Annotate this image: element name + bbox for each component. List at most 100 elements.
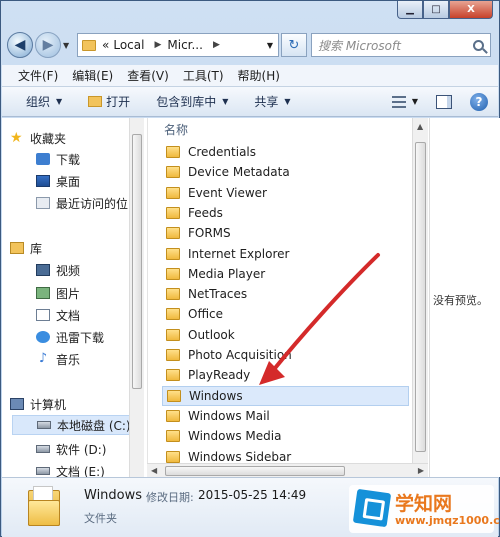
nav-docs-e[interactable]: 文档 (E:) bbox=[36, 461, 105, 477]
menu-help[interactable]: 帮助(H) bbox=[238, 67, 280, 84]
file-name: Windows Mail bbox=[188, 408, 270, 423]
file-row[interactable]: Windows Media bbox=[162, 426, 409, 446]
video-icon bbox=[36, 264, 50, 276]
chevron-down-icon: ▼ bbox=[284, 97, 291, 106]
preview-pane-icon[interactable] bbox=[436, 94, 452, 109]
back-button[interactable]: ◀ bbox=[7, 32, 33, 58]
include-library-label: 包含到库中 bbox=[156, 95, 217, 109]
logo-url: www.jmqz1000.com bbox=[395, 514, 500, 527]
file-row[interactable]: Credentials bbox=[162, 142, 409, 162]
computer-icon bbox=[10, 398, 24, 410]
file-row[interactable]: NetTraces bbox=[162, 284, 409, 304]
file-row[interactable]: Photo Acquisition bbox=[162, 345, 409, 365]
nav-favorites[interactable]: ★ 收藏夹 bbox=[10, 128, 66, 148]
menu-tools[interactable]: 工具(T) bbox=[183, 67, 224, 84]
hscroll-thumb[interactable] bbox=[165, 466, 345, 476]
organize-label: 组织 bbox=[26, 95, 51, 109]
scroll-left-icon[interactable]: ◀ bbox=[151, 466, 157, 475]
navigation-pane: ★ 收藏夹 下载 桌面 最近访问的位 库 视频 图片 文档 迅雷下载 ♪ 音乐 … bbox=[2, 118, 129, 477]
nav-documents[interactable]: 文档 bbox=[36, 305, 80, 325]
file-row[interactable]: Feeds bbox=[162, 203, 409, 223]
menu-view[interactable]: 查看(V) bbox=[127, 67, 169, 84]
desktop-icon bbox=[36, 175, 50, 187]
nav-local-disk-c[interactable]: 本地磁盘 (C:) bbox=[12, 415, 129, 435]
nav-label: 收藏夹 bbox=[30, 131, 67, 146]
file-row[interactable]: Event Viewer bbox=[162, 183, 409, 203]
scroll-right-icon[interactable]: ▶ bbox=[418, 466, 424, 475]
file-scroll-thumb[interactable] bbox=[415, 142, 426, 452]
folder-icon bbox=[166, 247, 180, 260]
file-row[interactable]: Office bbox=[162, 304, 409, 324]
open-label: 打开 bbox=[106, 95, 131, 109]
file-list: 名称 Credentials Device Metadata Event Viewe… bbox=[147, 118, 412, 477]
folder-icon bbox=[166, 450, 180, 463]
help-icon[interactable]: ? bbox=[470, 92, 488, 111]
open-button[interactable]: 打开 bbox=[88, 93, 130, 110]
file-row[interactable]: PlayReady bbox=[162, 365, 409, 385]
search-input[interactable]: 搜索 Microsoft bbox=[311, 33, 491, 57]
search-icon[interactable] bbox=[473, 39, 484, 51]
details-date-label: 修改日期: bbox=[146, 491, 194, 504]
file-row[interactable]: Outlook bbox=[162, 325, 409, 345]
nav-scrollbar[interactable] bbox=[129, 118, 144, 477]
column-header-name[interactable]: 名称 bbox=[148, 118, 410, 140]
nav-computer[interactable]: 计算机 bbox=[10, 394, 66, 414]
nav-downloads[interactable]: 下载 bbox=[36, 149, 80, 169]
open-folder-icon bbox=[88, 96, 103, 107]
nav-label: 文档 (E:) bbox=[56, 464, 105, 478]
menu-edit[interactable]: 编辑(E) bbox=[72, 67, 113, 84]
file-row[interactable]: FORMS bbox=[162, 223, 409, 243]
maximize-button[interactable]: □ bbox=[423, 1, 449, 19]
nav-label: 本地磁盘 (C:) bbox=[57, 418, 129, 433]
toolbar-right: ▼ ? bbox=[391, 92, 498, 111]
nav-music[interactable]: ♪ 音乐 bbox=[36, 349, 80, 369]
file-row[interactable]: Windows Mail bbox=[162, 406, 409, 426]
nav-software-d[interactable]: 软件 (D:) bbox=[36, 439, 106, 459]
breadcrumb-separator-icon[interactable]: ▶ bbox=[213, 40, 220, 50]
change-view-icon[interactable] bbox=[391, 95, 406, 108]
nav-label: 音乐 bbox=[56, 352, 81, 367]
nav-videos[interactable]: 视频 bbox=[36, 260, 80, 280]
file-row[interactable]: Media Player bbox=[162, 264, 409, 284]
nav-recent[interactable]: 最近访问的位 bbox=[36, 193, 128, 213]
nav-desktop[interactable]: 桌面 bbox=[36, 171, 80, 191]
folder-icon bbox=[166, 206, 180, 219]
search-placeholder: 搜索 Microsoft bbox=[318, 38, 401, 53]
file-list-scrollbar[interactable]: ▲ bbox=[412, 118, 428, 463]
logo-mark-icon bbox=[352, 488, 392, 528]
refresh-button[interactable]: ↻ bbox=[281, 33, 307, 57]
address-dropdown-icon[interactable]: ▼ bbox=[262, 41, 278, 50]
address-bar[interactable]: « Local ▶ Micr... ▶ ▼ bbox=[77, 33, 279, 57]
file-row[interactable]: Internet Explorer bbox=[162, 244, 409, 264]
breadcrumb-overflow[interactable]: « bbox=[102, 38, 109, 52]
file-row[interactable]: Device Metadata bbox=[162, 162, 409, 182]
nav-thunder-downloads[interactable]: 迅雷下载 bbox=[36, 327, 104, 347]
include-in-library-button[interactable]: 包含到库中 ▼ bbox=[156, 93, 228, 110]
close-button[interactable]: X bbox=[449, 1, 493, 19]
file-name: FORMS bbox=[188, 226, 231, 241]
thunder-icon bbox=[36, 331, 50, 343]
chevron-down-icon: ▼ bbox=[56, 97, 63, 106]
document-icon bbox=[36, 309, 50, 321]
view-dropdown-icon[interactable]: ▼ bbox=[412, 97, 418, 106]
share-button[interactable]: 共享 ▼ bbox=[254, 93, 290, 110]
organize-button[interactable]: 组织 ▼ bbox=[26, 93, 62, 110]
recent-pages-dropdown[interactable]: ▼ bbox=[63, 41, 73, 50]
forward-button[interactable]: ▶ bbox=[35, 32, 61, 58]
scroll-up-icon[interactable]: ▲ bbox=[417, 122, 423, 131]
breadcrumb-local[interactable]: Local bbox=[113, 38, 144, 52]
menu-file[interactable]: 文件(F) bbox=[18, 67, 58, 84]
minimize-button[interactable]: ▁ bbox=[397, 1, 423, 19]
folder-icon bbox=[166, 186, 180, 199]
breadcrumb-microsoft[interactable]: Micr... bbox=[167, 38, 203, 52]
file-row[interactable]: Windows bbox=[162, 385, 409, 406]
file-list-hscrollbar[interactable]: ◀ ▶ bbox=[147, 463, 428, 477]
nav-libraries[interactable]: 库 bbox=[10, 238, 42, 258]
breadcrumb-separator-icon[interactable]: ▶ bbox=[154, 40, 161, 50]
nav-pictures[interactable]: 图片 bbox=[36, 283, 80, 303]
download-icon bbox=[36, 153, 50, 165]
file-name: Windows bbox=[189, 388, 243, 403]
file-name: Internet Explorer bbox=[188, 246, 290, 261]
folder-icon bbox=[166, 349, 180, 361]
nav-scroll-thumb[interactable] bbox=[132, 134, 142, 389]
